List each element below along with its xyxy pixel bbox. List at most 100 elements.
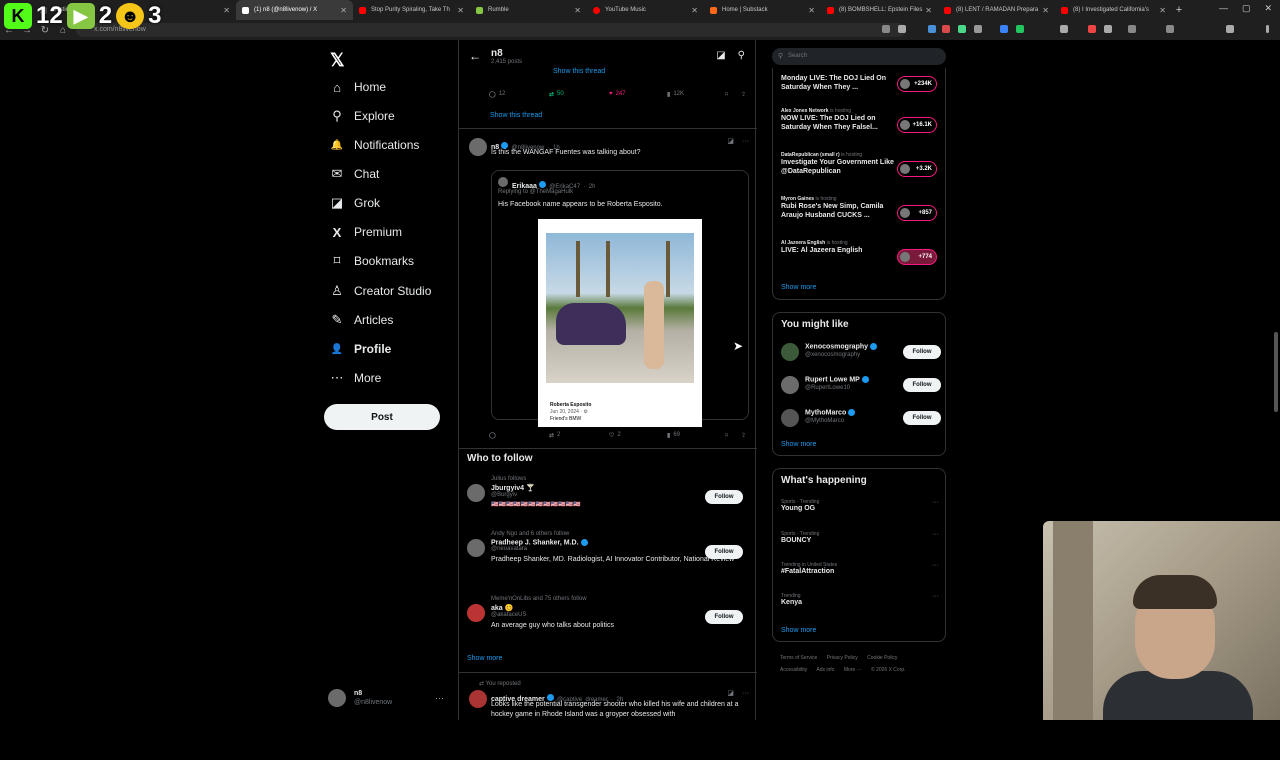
reply-action[interactable]: ◯ (489, 432, 499, 439)
close-icon[interactable]: ✕ (340, 6, 347, 15)
share-icon[interactable]: ⇪ (741, 432, 746, 439)
more-icon[interactable]: ··· (742, 690, 749, 697)
close-icon[interactable]: ✕ (223, 6, 230, 15)
close-icon[interactable]: ✕ (808, 6, 815, 15)
extension-icon[interactable] (958, 25, 966, 33)
close-icon[interactable]: ✕ (925, 6, 932, 15)
live-item[interactable]: DataRepublican (small r) is hosting Inve… (781, 152, 941, 177)
footer-link[interactable]: Terms of Service (780, 655, 817, 661)
follow-button[interactable]: Follow (705, 610, 743, 624)
nav-grok[interactable]: ◪ Grok (330, 192, 380, 214)
grok-icon[interactable]: ◪ (727, 138, 734, 145)
menu-icon[interactable] (1266, 25, 1269, 33)
views-action[interactable]: ▮ 12K (667, 91, 684, 98)
extension-icon[interactable] (1000, 25, 1008, 33)
repost-action[interactable]: ⇄ 2 (549, 432, 560, 439)
nav-chat[interactable]: ✉ Chat (330, 163, 380, 185)
browser-tab-2[interactable]: (1) n8 (@n8livenow) / X ✕ (236, 0, 353, 20)
nav-premium[interactable]: X Premium (330, 221, 402, 243)
browser-tab-4[interactable]: Rumble ✕ (470, 0, 587, 20)
post-button[interactable]: Post (324, 404, 440, 430)
more-icon[interactable]: ··· (435, 693, 444, 703)
follow-suggestion[interactable]: Andy Ngo and 6 others follow Pradheep J.… (467, 531, 749, 564)
trend-item[interactable]: Sports · Trending BOUNCY ··· (781, 531, 941, 544)
footer-link[interactable]: Cookie Policy (867, 655, 897, 661)
grok-icon[interactable]: ◪ (727, 690, 734, 697)
show-more-link[interactable]: Show more (781, 627, 816, 634)
browser-tab-5[interactable]: YouTube Music ✕ (587, 0, 704, 20)
extension-icon[interactable] (1104, 25, 1112, 33)
views-action[interactable]: ▮ 69 (667, 432, 680, 439)
quoted-tweet[interactable]: Erikaaa @ErikaC47 · 2h Replying to @TheM… (491, 170, 749, 427)
trend-item[interactable]: Sports · Trending Young OG ··· (781, 499, 941, 512)
tweet[interactable]: n8 @n8livenow · 1h ◪ ··· Is this the WAN… (459, 132, 757, 444)
browser-tab-8[interactable]: (8) LENT / RAMADAN Prepara ✕ (938, 0, 1055, 20)
follow-suggestion[interactable]: MythoMarco @MythoMarco Follow (781, 407, 941, 429)
nav-explore[interactable]: ⚲ Explore (330, 105, 394, 127)
extension-icon[interactable] (1088, 25, 1096, 33)
more-icon[interactable]: ··· (742, 138, 749, 145)
grok-icon[interactable]: ◪ (716, 50, 725, 61)
share-icon[interactable]: ⇪ (741, 91, 746, 98)
extension-icon[interactable] (882, 25, 890, 33)
extension-icon[interactable] (1060, 25, 1068, 33)
more-icon[interactable]: ··· (932, 531, 939, 538)
nav-notifications[interactable]: 🔔 Notifications (330, 134, 420, 156)
nav-articles[interactable]: ✎ Articles (330, 309, 394, 331)
nav-creator-studio[interactable]: ♙ Creator Studio (330, 280, 431, 302)
close-icon[interactable]: ✕ (691, 6, 698, 15)
footer-link[interactable]: Ads info (816, 667, 834, 673)
extension-icon[interactable] (1226, 25, 1234, 33)
x-logo-icon[interactable]: 𝕏 (330, 50, 345, 71)
scrollbar-thumb[interactable] (1274, 332, 1278, 412)
repost-action[interactable]: ⇄ 50 (549, 91, 564, 98)
show-more-link[interactable]: Show more (781, 284, 816, 291)
star-icon[interactable] (898, 25, 906, 33)
footer-link[interactable]: Accessibility (780, 667, 807, 673)
search-icon[interactable]: ⚲ (738, 50, 745, 61)
close-icon[interactable]: ✕ (1159, 6, 1166, 15)
more-icon[interactable]: ··· (932, 562, 939, 569)
like-action[interactable]: ♡ 2 (609, 432, 621, 439)
facebook-screenshot-image[interactable]: Roberta Esposito Jun 20, 2024 · ⚙ Friend… (538, 219, 702, 427)
nav-home[interactable]: ⌂ Home (330, 76, 386, 98)
footer-link[interactable]: Privacy Policy (827, 655, 858, 661)
tweet[interactable]: ⇄ You reposted captive dreamer @captive_… (459, 678, 757, 720)
extension-icon[interactable] (1016, 25, 1024, 33)
address-bar[interactable]: x.com/n8livenow (76, 23, 906, 37)
follow-suggestion[interactable]: Rupert Lowe MP @RupertLowe10 Follow (781, 374, 941, 396)
live-item[interactable]: Alex Jones Network is hosting NOW LIVE: … (781, 108, 941, 133)
extension-icon[interactable] (942, 25, 950, 33)
follow-button[interactable]: Follow (705, 545, 743, 559)
browser-tab-3[interactable]: Stop Purity Spiraling, Take Th ✕ (353, 0, 470, 20)
footer-link[interactable]: More ··· (844, 667, 862, 673)
show-more-link[interactable]: Show more (467, 655, 502, 662)
follow-button[interactable]: Follow (903, 345, 941, 359)
close-window-icon[interactable]: ✕ (1264, 3, 1272, 14)
follow-button[interactable]: Follow (705, 490, 743, 504)
follow-button[interactable]: Follow (903, 411, 941, 425)
live-item[interactable]: Myron Gaines is hosting Rubi Rose's New … (781, 196, 941, 221)
browser-tab-7[interactable]: (8) BOMBSHELL: Epstein Files ✕ (821, 0, 938, 20)
follow-button[interactable]: Follow (903, 378, 941, 392)
show-more-link[interactable]: Show more (781, 441, 816, 448)
live-item[interactable]: Al Jazeera English is hosting LIVE: Al J… (781, 240, 941, 265)
maximize-icon[interactable]: ▢ (1242, 3, 1251, 14)
extension-icon[interactable] (1166, 25, 1174, 33)
close-icon[interactable]: ✕ (574, 6, 581, 15)
show-thread-link[interactable]: Show this thread (553, 68, 605, 75)
browser-tab-6[interactable]: Home | Substack ✕ (704, 0, 821, 20)
close-icon[interactable]: ✕ (457, 6, 464, 15)
trend-item[interactable]: Trending Kenya ··· (781, 593, 941, 606)
new-tab-button[interactable]: + (1172, 4, 1186, 16)
bookmark-icon[interactable]: ⌑ (725, 91, 728, 98)
bookmark-icon[interactable]: ⌑ (725, 432, 728, 439)
close-icon[interactable]: ✕ (1042, 6, 1049, 15)
minimize-icon[interactable]: — (1219, 3, 1228, 14)
trend-item[interactable]: Trending in United States #FatalAttracti… (781, 562, 941, 575)
nav-profile[interactable]: 👤 Profile (330, 338, 392, 360)
extension-icon[interactable] (974, 25, 982, 33)
like-action[interactable]: ♥ 247 (609, 91, 626, 97)
back-arrow-icon[interactable]: ← (469, 49, 491, 63)
more-icon[interactable]: ··· (932, 593, 939, 600)
